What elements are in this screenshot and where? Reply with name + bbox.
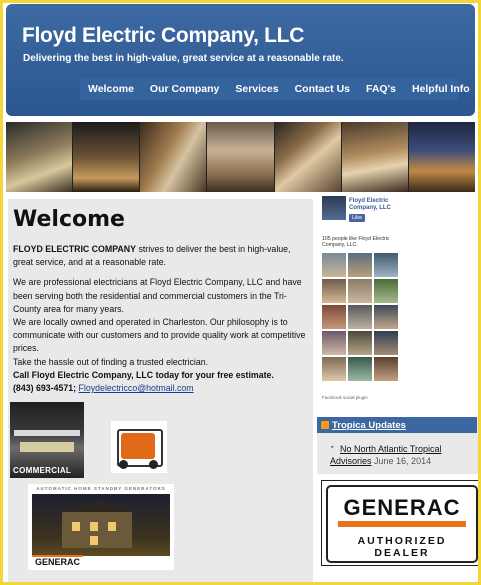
page-heading: Welcome <box>13 207 125 232</box>
tropica-updates-title[interactable]: Tropica Updates <box>332 420 406 431</box>
site-tagline: Delivering the best in high-value, great… <box>23 53 344 64</box>
welcome-text: FLOYD ELECTRIC COMPANY strives to delive… <box>13 243 309 395</box>
rss-icon[interactable] <box>321 421 329 429</box>
fan-avatar[interactable] <box>348 279 372 303</box>
site-header: Floyd Electric Company, LLC Delivering t… <box>6 4 475 116</box>
fan-avatar[interactable] <box>322 279 346 303</box>
tropica-item: No North Atlantic Tropical Advisories Ju… <box>330 443 475 467</box>
banner-photo-living-room <box>207 122 275 192</box>
fan-avatar[interactable] <box>348 357 372 381</box>
commercial-label: COMMERCIAL <box>13 466 72 475</box>
nav-contact-us[interactable]: Contact Us <box>295 83 350 95</box>
tropica-updates-widget: Tropica Updates ▪ No North Atlantic Trop… <box>317 417 478 474</box>
fan-avatar[interactable] <box>348 253 372 277</box>
facebook-like-button[interactable]: Like <box>349 214 366 222</box>
fan-avatar[interactable] <box>374 279 398 303</box>
commercial-image: COMMERCIAL <box>10 402 84 478</box>
fan-avatar[interactable] <box>374 357 398 381</box>
authorized-dealer-text: AUTHORIZED DEALER <box>357 535 447 559</box>
portable-generator-image <box>111 421 167 473</box>
nav-welcome[interactable]: Welcome <box>88 83 134 95</box>
facebook-page-name[interactable]: Floyd Electric Company, LLC <box>349 198 401 212</box>
tropica-header: Tropica Updates <box>317 417 477 433</box>
interior-photo-banner <box>6 122 475 192</box>
nav-helpful-info[interactable]: Helpful Info <box>412 83 470 95</box>
main-content: Welcome FLOYD ELECTRIC COMPANY strives t… <box>8 199 313 582</box>
banner-photo-ceiling-lights <box>6 122 74 192</box>
facebook-page-logo[interactable] <box>322 196 346 220</box>
banner-photo-kitchen <box>140 122 208 192</box>
fan-avatar[interactable] <box>322 357 346 381</box>
banner-photo-dining <box>341 122 409 192</box>
paragraph-professional: We are professional electricians at Floy… <box>13 277 302 314</box>
facebook-faces-grid <box>322 253 402 381</box>
fan-avatar[interactable] <box>374 253 398 277</box>
main-nav: Welcome Our Company Services Contact Us … <box>80 78 470 100</box>
company-name-bold: FLOYD ELECTRIC COMPANY <box>13 244 136 254</box>
generac-small-label: GENERAC <box>32 555 84 567</box>
banner-photo-hallway <box>73 122 141 192</box>
tropica-item-date: June 16, 2014 <box>374 456 432 466</box>
nav-our-company[interactable]: Our Company <box>150 83 219 95</box>
fan-avatar[interactable] <box>348 331 372 355</box>
email-link[interactable]: Floydelectricco@hotmail.com <box>79 383 194 393</box>
paragraph-hassle: Take the hassle out of finding a trusted… <box>13 356 209 367</box>
generac-dealer-badge[interactable]: GENERAC AUTHORIZED DEALER <box>321 480 478 566</box>
fan-avatar[interactable] <box>348 305 372 329</box>
site-title[interactable]: Floyd Electric Company, LLC <box>22 24 304 48</box>
banner-photo-house-exterior <box>408 122 475 192</box>
generac-swoosh <box>338 521 466 527</box>
call-to-action: Call Floyd Electric Company, LLC today f… <box>13 369 274 380</box>
generac-logo-text: GENERAC <box>343 495 461 520</box>
phone-number: (843) 693-4571; <box>13 383 77 394</box>
page-frame: Floyd Electric Company, LLC Delivering t… <box>3 3 478 582</box>
fan-avatar[interactable] <box>322 305 346 329</box>
nav-faqs[interactable]: FAQ's <box>366 83 396 95</box>
generac-home-standby-image: AUTOMATIC HOME STANDBY GENERATORS GENERA… <box>28 484 174 570</box>
paragraph-local: We are locally owned and operated in Cha… <box>13 317 306 354</box>
fan-avatar[interactable] <box>322 253 346 277</box>
house-caption: AUTOMATIC HOME STANDBY GENERATORS <box>36 486 166 491</box>
nav-services[interactable]: Services <box>235 83 278 95</box>
fan-avatar[interactable] <box>322 331 346 355</box>
facebook-plugin-text: Facebook social plugin <box>322 395 368 400</box>
fan-avatar[interactable] <box>374 331 398 355</box>
facebook-like-box: Floyd Electric Company, LLC Like 105 peo… <box>319 193 401 406</box>
fan-avatar[interactable] <box>374 305 398 329</box>
banner-photo-bar <box>274 122 342 192</box>
facebook-likes-count: 105 people like Floyd Electric Company, … <box>322 236 390 248</box>
